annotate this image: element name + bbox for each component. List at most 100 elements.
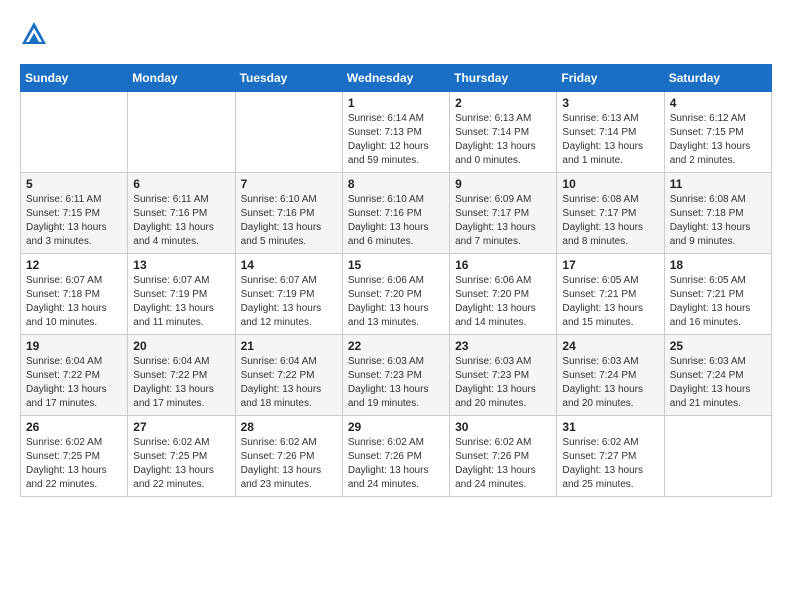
day-number: 22 — [348, 339, 444, 353]
day-info: Sunrise: 6:02 AM Sunset: 7:27 PM Dayligh… — [562, 436, 658, 492]
weekday-header-thursday: Thursday — [450, 65, 557, 92]
calendar-cell: 24 Sunrise: 6:03 AM Sunset: 7:24 PM Dayli… — [557, 335, 664, 416]
calendar-cell: 10Sunrise: 6:08 AM Sunset: 7:17 PM Dayli… — [557, 173, 664, 254]
day-number: 24 — [562, 339, 658, 353]
calendar-cell: 18 Sunrise: 6:05 AM Sunset: 7:21 PM Dayli… — [664, 254, 771, 335]
calendar-cell: 17Sunrise: 6:05 AM Sunset: 7:21 PM Dayli… — [557, 254, 664, 335]
day-info: Sunrise: 6:12 AM Sunset: 7:15 PM Dayligh… — [670, 112, 766, 168]
calendar-cell: 11 Sunrise: 6:08 AM Sunset: 7:18 PM Dayli… — [664, 173, 771, 254]
calendar-cell: 9 Sunrise: 6:09 AM Sunset: 7:17 PM Daylig… — [450, 173, 557, 254]
calendar-cell: 26 Sunrise: 6:02 AM Sunset: 7:25 PM Dayli… — [21, 416, 128, 497]
calendar-cell: 23 Sunrise: 6:03 AM Sunset: 7:23 PM Dayli… — [450, 335, 557, 416]
day-info: Sunrise: 6:07 AM Sunset: 7:19 PM Dayligh… — [133, 274, 229, 330]
calendar-cell: 21 Sunrise: 6:04 AM Sunset: 7:22 PM Dayli… — [235, 335, 342, 416]
day-number: 28 — [241, 420, 337, 434]
day-info: Sunrise: 6:03 AM Sunset: 7:24 PM Dayligh… — [562, 355, 658, 411]
calendar-cell: 16 Sunrise: 6:06 AM Sunset: 7:20 PM Dayli… — [450, 254, 557, 335]
day-number: 21 — [241, 339, 337, 353]
calendar-cell: 25Sunrise: 6:03 AM Sunset: 7:24 PM Dayli… — [664, 335, 771, 416]
day-info: Sunrise: 6:03 AM Sunset: 7:23 PM Dayligh… — [455, 355, 551, 411]
day-info: Sunrise: 6:07 AM Sunset: 7:19 PM Dayligh… — [241, 274, 337, 330]
day-info: Sunrise: 6:04 AM Sunset: 7:22 PM Dayligh… — [241, 355, 337, 411]
day-number: 19 — [26, 339, 122, 353]
day-info: Sunrise: 6:06 AM Sunset: 7:20 PM Dayligh… — [348, 274, 444, 330]
calendar-cell: 15 Sunrise: 6:06 AM Sunset: 7:20 PM Dayli… — [342, 254, 449, 335]
calendar-week-row: 12Sunrise: 6:07 AM Sunset: 7:18 PM Dayli… — [21, 254, 772, 335]
calendar-cell: 14Sunrise: 6:07 AM Sunset: 7:19 PM Dayli… — [235, 254, 342, 335]
weekday-header-wednesday: Wednesday — [342, 65, 449, 92]
logo-icon — [20, 20, 48, 48]
day-info: Sunrise: 6:11 AM Sunset: 7:16 PM Dayligh… — [133, 193, 229, 249]
day-info: Sunrise: 6:13 AM Sunset: 7:14 PM Dayligh… — [562, 112, 658, 168]
day-number: 20 — [133, 339, 229, 353]
weekday-header-saturday: Saturday — [664, 65, 771, 92]
weekday-header-monday: Monday — [128, 65, 235, 92]
day-number: 6 — [133, 177, 229, 191]
calendar-cell: 5 Sunrise: 6:11 AM Sunset: 7:15 PM Daylig… — [21, 173, 128, 254]
day-number: 1 — [348, 96, 444, 110]
calendar-table: SundayMondayTuesdayWednesdayThursdayFrid… — [20, 64, 772, 497]
day-number: 31 — [562, 420, 658, 434]
day-info: Sunrise: 6:08 AM Sunset: 7:17 PM Dayligh… — [562, 193, 658, 249]
calendar-cell: 3 Sunrise: 6:13 AM Sunset: 7:14 PM Daylig… — [557, 92, 664, 173]
calendar-cell — [664, 416, 771, 497]
day-info: Sunrise: 6:07 AM Sunset: 7:18 PM Dayligh… — [26, 274, 122, 330]
calendar-cell: 28 Sunrise: 6:02 AM Sunset: 7:26 PM Dayli… — [235, 416, 342, 497]
calendar-cell: 8Sunrise: 6:10 AM Sunset: 7:16 PM Daylig… — [342, 173, 449, 254]
day-info: Sunrise: 6:06 AM Sunset: 7:20 PM Dayligh… — [455, 274, 551, 330]
day-info: Sunrise: 6:13 AM Sunset: 7:14 PM Dayligh… — [455, 112, 551, 168]
weekday-header-tuesday: Tuesday — [235, 65, 342, 92]
day-number: 25 — [670, 339, 766, 353]
day-info: Sunrise: 6:09 AM Sunset: 7:17 PM Dayligh… — [455, 193, 551, 249]
day-info: Sunrise: 6:08 AM Sunset: 7:18 PM Dayligh… — [670, 193, 766, 249]
day-info: Sunrise: 6:11 AM Sunset: 7:15 PM Dayligh… — [26, 193, 122, 249]
calendar-cell: 12Sunrise: 6:07 AM Sunset: 7:18 PM Dayli… — [21, 254, 128, 335]
day-number: 15 — [348, 258, 444, 272]
calendar-cell: 20Sunrise: 6:04 AM Sunset: 7:22 PM Dayli… — [128, 335, 235, 416]
calendar-cell: 6 Sunrise: 6:11 AM Sunset: 7:16 PM Daylig… — [128, 173, 235, 254]
calendar-cell — [128, 92, 235, 173]
calendar-cell: 1 Sunrise: 6:14 AM Sunset: 7:13 PM Daylig… — [342, 92, 449, 173]
weekday-header-sunday: Sunday — [21, 65, 128, 92]
day-number: 4 — [670, 96, 766, 110]
calendar-cell: 31 Sunrise: 6:02 AM Sunset: 7:27 PM Dayli… — [557, 416, 664, 497]
day-info: Sunrise: 6:10 AM Sunset: 7:16 PM Dayligh… — [241, 193, 337, 249]
page-header — [20, 20, 772, 48]
day-info: Sunrise: 6:03 AM Sunset: 7:23 PM Dayligh… — [348, 355, 444, 411]
day-number: 27 — [133, 420, 229, 434]
day-number: 23 — [455, 339, 551, 353]
day-info: Sunrise: 6:02 AM Sunset: 7:26 PM Dayligh… — [348, 436, 444, 492]
day-info: Sunrise: 6:10 AM Sunset: 7:16 PM Dayligh… — [348, 193, 444, 249]
day-number: 16 — [455, 258, 551, 272]
calendar-cell: 29 Sunrise: 6:02 AM Sunset: 7:26 PM Dayli… — [342, 416, 449, 497]
day-info: Sunrise: 6:04 AM Sunset: 7:22 PM Dayligh… — [26, 355, 122, 411]
day-info: Sunrise: 6:14 AM Sunset: 7:13 PM Dayligh… — [348, 112, 444, 168]
day-number: 13 — [133, 258, 229, 272]
day-number: 9 — [455, 177, 551, 191]
day-number: 29 — [348, 420, 444, 434]
calendar-week-row: 1 Sunrise: 6:14 AM Sunset: 7:13 PM Daylig… — [21, 92, 772, 173]
weekday-header-row: SundayMondayTuesdayWednesdayThursdayFrid… — [21, 65, 772, 92]
calendar-cell: 19 Sunrise: 6:04 AM Sunset: 7:22 PM Dayli… — [21, 335, 128, 416]
logo — [20, 20, 52, 48]
day-number: 26 — [26, 420, 122, 434]
day-number: 5 — [26, 177, 122, 191]
calendar-cell: 2 Sunrise: 6:13 AM Sunset: 7:14 PM Daylig… — [450, 92, 557, 173]
calendar-cell: 27Sunrise: 6:02 AM Sunset: 7:25 PM Dayli… — [128, 416, 235, 497]
weekday-header-friday: Friday — [557, 65, 664, 92]
calendar-cell: 7 Sunrise: 6:10 AM Sunset: 7:16 PM Daylig… — [235, 173, 342, 254]
day-number: 2 — [455, 96, 551, 110]
day-number: 30 — [455, 420, 551, 434]
day-info: Sunrise: 6:02 AM Sunset: 7:25 PM Dayligh… — [26, 436, 122, 492]
calendar-week-row: 19 Sunrise: 6:04 AM Sunset: 7:22 PM Dayli… — [21, 335, 772, 416]
calendar-week-row: 5 Sunrise: 6:11 AM Sunset: 7:15 PM Daylig… — [21, 173, 772, 254]
day-number: 3 — [562, 96, 658, 110]
calendar-cell: 13 Sunrise: 6:07 AM Sunset: 7:19 PM Dayli… — [128, 254, 235, 335]
day-info: Sunrise: 6:02 AM Sunset: 7:26 PM Dayligh… — [241, 436, 337, 492]
calendar-week-row: 26 Sunrise: 6:02 AM Sunset: 7:25 PM Dayli… — [21, 416, 772, 497]
day-number: 18 — [670, 258, 766, 272]
day-number: 11 — [670, 177, 766, 191]
day-number: 7 — [241, 177, 337, 191]
day-info: Sunrise: 6:05 AM Sunset: 7:21 PM Dayligh… — [670, 274, 766, 330]
calendar-cell — [235, 92, 342, 173]
